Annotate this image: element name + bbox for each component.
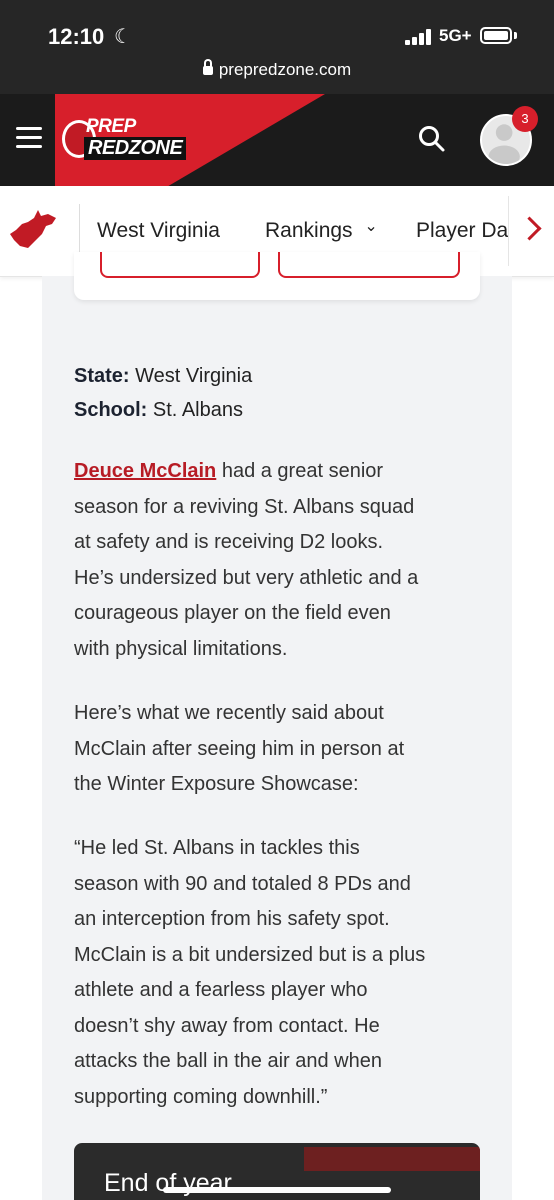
profile-button[interactable] xyxy=(278,252,460,278)
paragraph-quote: “He led St. Albans in tackles this seaso… xyxy=(74,837,426,1108)
site-header: PREP REDZONE 3 xyxy=(0,94,554,186)
nav-item-label: Rankings xyxy=(265,219,353,242)
nav-item-west-virginia[interactable]: West Virginia xyxy=(97,219,220,243)
state-value: West Virginia xyxy=(135,365,253,387)
school-label: School: xyxy=(74,399,148,421)
address-bar[interactable]: prepredzone.com xyxy=(0,59,554,80)
nav-item-player-database[interactable]: Player Da xyxy=(416,219,508,243)
paragraph-context: Here’s what we recently said about McCla… xyxy=(74,702,405,795)
nav-item-rankings[interactable]: Rankings ⌄ xyxy=(265,218,378,243)
school-value: St. Albans xyxy=(152,399,243,421)
west-virginia-map-icon xyxy=(10,210,56,248)
chevron-down-icon: ⌄ xyxy=(364,218,378,235)
network-label: 5G+ xyxy=(439,26,472,45)
status-time: 12:10 xyxy=(48,24,105,49)
profile-card xyxy=(74,252,480,300)
home-indicator[interactable] xyxy=(163,1187,391,1193)
logo-text-prep: PREP xyxy=(86,116,136,137)
signal-icon xyxy=(405,29,435,45)
search-icon[interactable] xyxy=(418,125,446,153)
notification-badge: 3 xyxy=(512,106,538,132)
school-line: School: St. Albans xyxy=(74,393,243,427)
battery-icon xyxy=(480,27,512,44)
profile-button[interactable] xyxy=(100,252,260,278)
state-line: State: West Virginia xyxy=(74,359,252,393)
paragraph-intro: Deuce McClain had a great senior season … xyxy=(74,460,419,660)
logo-text-redzone: REDZONE xyxy=(84,137,187,160)
url-text: prepredzone.com xyxy=(218,60,352,79)
site-logo[interactable]: PREP REDZONE xyxy=(62,114,202,166)
menu-icon[interactable] xyxy=(16,127,42,149)
lock-icon xyxy=(202,59,213,75)
player-link[interactable]: Deuce McClain xyxy=(74,460,216,482)
video-title: End of year xyxy=(104,1169,232,1197)
moon-icon: ☾ xyxy=(114,26,132,48)
state-label: State: xyxy=(74,365,130,387)
status-bar: 12:10 ☾ 5G+ prepredzone.com xyxy=(0,0,554,94)
